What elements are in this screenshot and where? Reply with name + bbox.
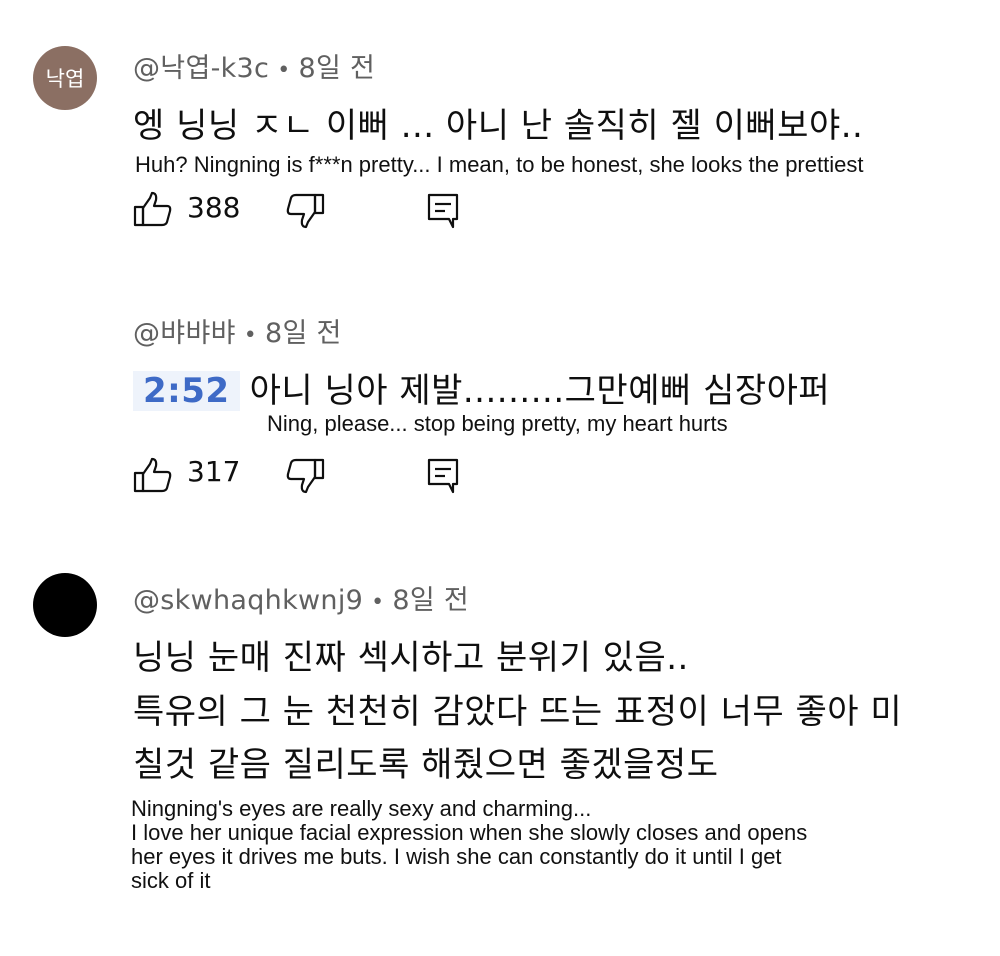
reply-icon (427, 458, 461, 494)
comment-text: 엥 닝닝 ㅈㄴ 이뻐 ... 아니 난 솔직히 젤 이뻐보야.. (133, 106, 864, 146)
reply-button[interactable] (427, 193, 461, 229)
translation-line: I love her unique facial expression when… (131, 820, 808, 845)
dislike-button[interactable] (285, 193, 325, 229)
like-button[interactable] (133, 457, 173, 493)
separator-dot: • (243, 323, 258, 348)
translation-text: Ning, please... stop being pretty, my he… (267, 411, 728, 436)
comment-text-line: 닝닝 눈매 진짜 섹시하고 분위기 있음.. (133, 638, 689, 678)
like-button[interactable] (133, 191, 173, 227)
username[interactable]: @낙엽-k3c (133, 53, 269, 84)
comment-time[interactable]: 8일 전 (392, 585, 469, 616)
reply-button[interactable] (427, 458, 461, 494)
dislike-button[interactable] (285, 458, 325, 494)
thumbs-down-icon (285, 458, 325, 494)
comment-time[interactable]: 8일 전 (298, 53, 375, 84)
username[interactable]: @뱌뱌뱌 (133, 318, 236, 349)
translation-block: Ningning's eyes are really sexy and char… (131, 797, 807, 893)
comment-text-line: 특유의 그 눈 천천히 감았다 뜨는 표정이 너무 좋아 미 (133, 692, 903, 732)
comment-header: @뱌뱌뱌 • 8일 전 (133, 311, 342, 350)
avatar[interactable]: 낙엽 (33, 46, 97, 110)
comment-text-row: 2:52 아니 닝아 제발.........그만예뻐 심장아퍼 (133, 363, 830, 412)
comment-text: 아니 닝아 제발.........그만예뻐 심장아퍼 (249, 371, 831, 411)
comment-time[interactable]: 8일 전 (265, 318, 342, 349)
comment-header: @skwhaqhkwnj9 • 8일 전 (133, 578, 469, 617)
separator-dot: • (277, 58, 291, 83)
comment-header: @낙엽-k3c • 8일 전 (133, 46, 375, 85)
thumbs-up-icon (133, 191, 173, 227)
avatar-initials: 낙엽 (45, 67, 85, 91)
translation-text: Huh? Ningning is f***n pretty... I mean,… (135, 152, 864, 177)
username[interactable]: @skwhaqhkwnj9 (133, 585, 363, 616)
thumbs-up-icon (133, 457, 173, 493)
like-count: 317 (187, 455, 241, 488)
reply-icon (427, 193, 461, 229)
timestamp-link[interactable]: 2:52 (133, 371, 240, 411)
translation-line: Ningning's eyes are really sexy and char… (131, 796, 592, 821)
separator-dot: • (371, 590, 385, 615)
translation-line: sick of it (131, 868, 211, 893)
like-count: 388 (187, 191, 241, 224)
translation-line: her eyes it drives me buts. I wish she c… (131, 844, 782, 869)
thumbs-down-icon (285, 193, 325, 229)
avatar[interactable] (33, 573, 97, 637)
comment-text-line: 칠것 같음 질리도록 해줬으면 좋겠을정도 (133, 745, 719, 785)
